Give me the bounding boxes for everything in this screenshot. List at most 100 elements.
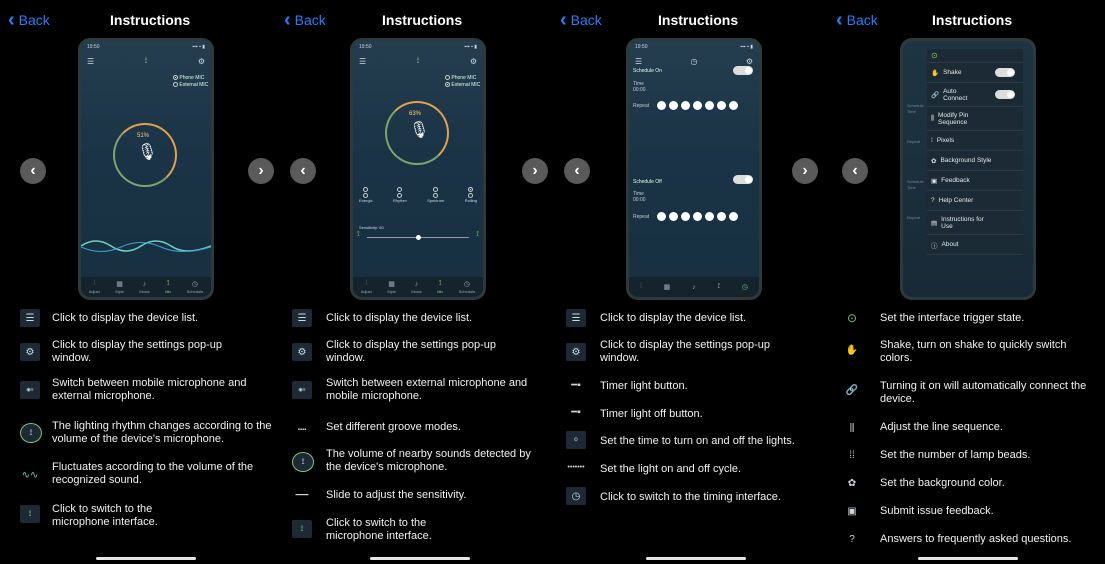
home-indicator — [96, 557, 196, 560]
pixels-icon: ⁞ — [931, 137, 933, 144]
radio-icon — [468, 187, 474, 193]
chevron-left-icon: ‹ — [836, 9, 843, 31]
tab-mic[interactable]: ⟟ Mic — [165, 280, 171, 294]
header: ‹ Back Instructions — [276, 0, 552, 42]
menu-shake[interactable]: ✋ Shake — [927, 63, 1023, 83]
tab-schedule[interactable]: ◷ — [742, 283, 748, 291]
menu-modify-pin-sequence[interactable]: ⫼ Modify Pin Sequence — [927, 107, 1023, 131]
tab-mic[interactable]: ⟟ — [717, 283, 720, 291]
chevron-left-icon: ‹ — [560, 9, 567, 31]
home-indicator — [370, 557, 470, 560]
tab-adjust[interactable]: ⫶ — [640, 283, 642, 291]
instruction-text: Submit issue feedback. — [880, 505, 994, 517]
back-button[interactable]: ‹ Back — [284, 10, 326, 30]
radio-icon[interactable] — [445, 82, 450, 88]
instruction-text: Set the number of lamp beads. — [880, 449, 1031, 461]
menu-pixels[interactable]: ⁞ Pixels — [927, 131, 1023, 151]
radio-icon[interactable] — [173, 82, 178, 88]
tab-schedule[interactable]: ◷ Schedule — [459, 280, 476, 294]
instruction-text: The volume of nearby sounds detected by … — [326, 448, 531, 473]
tab-music[interactable]: ♪ — [692, 284, 696, 291]
mode-energic[interactable]: Energic — [359, 187, 373, 203]
mic-icon: ⟟ — [144, 56, 148, 65]
tab-music[interactable]: ♪ Music — [411, 281, 421, 294]
sensitivity-slider[interactable] — [367, 235, 469, 240]
panel-4: ‹ Back Instructions Schedule Time Repeat S… — [828, 0, 1105, 564]
back-button[interactable]: ‹ Back — [836, 9, 878, 31]
prev-arrow-button[interactable]: ‹ — [290, 158, 316, 184]
instruction-text: Set different groove modes. — [326, 421, 461, 433]
shake-toggle[interactable] — [995, 68, 1015, 77]
menu-help-center[interactable]: ? Help Center — [927, 191, 1023, 211]
next-arrow-button[interactable]: › — [248, 158, 274, 184]
list-icon: ☰ — [87, 56, 95, 66]
radio-icon[interactable] — [445, 75, 450, 81]
tab-style[interactable]: ▦ — [664, 283, 671, 291]
repeat-days-on[interactable] — [657, 101, 738, 110]
status-bar: 19:50 ▪▪▪ ▪ ▮ — [635, 44, 753, 50]
auto-connect-toggle[interactable] — [995, 90, 1015, 99]
menu-feedback[interactable]: ▣ Feedback — [927, 171, 1023, 191]
instruction-text: Answers to frequently asked questions. — [880, 533, 1072, 545]
header: ‹ Back Instructions — [828, 0, 1105, 42]
mic-icon: ⟟ — [476, 231, 479, 238]
instruction-text: Switch between external microphone and m… — [326, 377, 528, 402]
menu-auto-connect[interactable]: 🔗 Auto Connect — [927, 83, 1023, 107]
pixels-icon: ⁞⁞ — [849, 449, 855, 461]
menu-about[interactable]: ⓘ About — [927, 235, 1023, 255]
tab-bar: ⫶ ▦ ♪ ⟟ ◷ — [629, 277, 759, 297]
radio-icon[interactable] — [173, 75, 178, 81]
status-bar: 19:50 ▪▪▪ ▪ ▮ — [359, 44, 477, 50]
slider-thumb[interactable] — [415, 235, 421, 240]
mode-rolling[interactable]: Rolling — [465, 187, 477, 203]
schedule-on-toggle[interactable] — [733, 66, 753, 75]
menu-instructions[interactable]: ▤ Instructions for Use — [927, 211, 1023, 235]
next-arrow-button[interactable]: › — [522, 158, 548, 184]
list-icon: ☰ — [292, 309, 312, 327]
tab-bar: ⫶ Adjust ▦ Style ♪ Music ⟟ Mic ◷ Schedule — [81, 277, 211, 297]
tab-mic[interactable]: ⟟ Mic — [437, 280, 443, 294]
repeat-days-off[interactable] — [657, 212, 738, 221]
info-icon: ⓘ — [931, 242, 938, 250]
clock-icon: ◷ — [191, 281, 199, 288]
tab-adjust[interactable]: ⫶ Adjust — [89, 280, 100, 294]
instruction-text: Slide to adjust the sensitivity. — [326, 489, 467, 501]
groove-icon: ▪▪▪▪ — [297, 427, 307, 433]
prev-arrow-button[interactable]: ‹ — [20, 158, 46, 184]
music-icon: ♪ — [414, 280, 419, 288]
settings-icon: ⚙ — [20, 343, 40, 361]
back-button[interactable]: ‹ Back — [560, 9, 602, 31]
instruction-text: Timer light button. — [600, 380, 688, 392]
list-icon: ☰ — [635, 56, 643, 66]
settings-icon: ⚙ — [292, 343, 312, 361]
menu-background-style[interactable]: ✿ Background Style — [927, 151, 1023, 171]
mic-icon: ⟟ — [717, 283, 721, 290]
mic-tab-icon: ⟟ — [20, 505, 40, 523]
mic-icon: ⟟ — [357, 231, 360, 238]
next-arrow-button[interactable]: › — [792, 158, 818, 184]
link-icon: 🔗 — [931, 91, 940, 99]
instruction-text: Click to switch to the microphone interf… — [326, 517, 432, 542]
link-icon: 🔗 — [845, 384, 859, 396]
instruction-text: Click to display the settings pop-up win… — [600, 339, 770, 364]
tab-schedule[interactable]: ◷ Schedule — [187, 280, 204, 294]
schedule-off-toggle[interactable] — [733, 175, 753, 184]
back-button[interactable]: ‹ Back — [8, 10, 50, 30]
tab-style[interactable]: ▦ Style — [387, 280, 396, 294]
tab-style[interactable]: ▦ Style — [115, 280, 124, 294]
prev-arrow-button[interactable]: ‹ — [564, 158, 590, 184]
palette-icon: ✿ — [931, 157, 937, 165]
tab-adjust[interactable]: ⫶ Adjust — [361, 280, 372, 294]
instruction-text: Click to switch to the timing interface. — [600, 491, 781, 503]
tab-music[interactable]: ♪ Music — [139, 281, 149, 294]
prev-arrow-button[interactable]: ‹ — [842, 158, 868, 184]
trigger-icon[interactable]: ⊙ — [931, 51, 938, 60]
mode-spectrum[interactable]: Spectrum — [427, 187, 444, 203]
radio-icon — [397, 187, 403, 193]
wave-icon: ∿∿ — [21, 469, 39, 481]
mode-rhythm[interactable]: Rhythm — [393, 187, 407, 203]
instruction-text: Set the light on and off cycle. — [600, 463, 742, 475]
instruction-text: Click to display the device list. — [600, 312, 747, 324]
instruction-text: Switch between mobile microphone and ext… — [52, 377, 247, 402]
gear-icon: ⚙ — [469, 56, 477, 66]
